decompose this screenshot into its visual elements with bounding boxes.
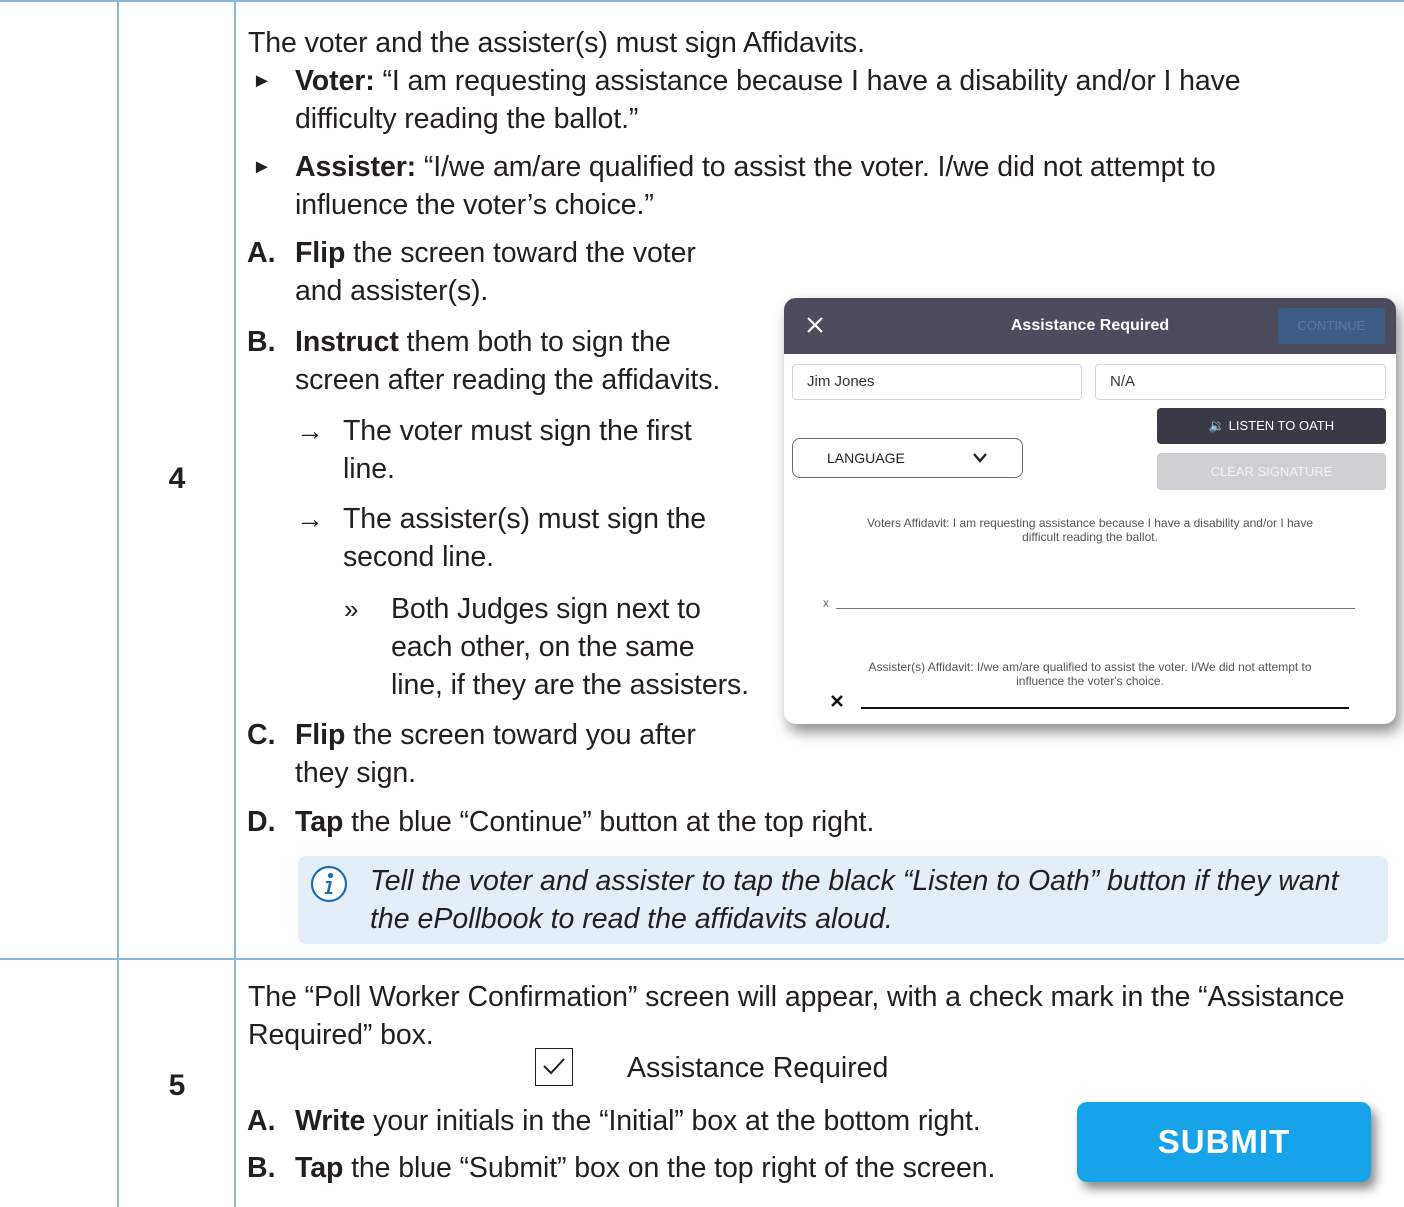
table-column-rule-1 (117, 0, 119, 1207)
item-a-letter: A. (247, 1105, 276, 1137)
item-d-line1: Tap the blue “Continue” button at the to… (295, 806, 875, 838)
assistance-required-modal: Assistance Required CONTINUE Jim Jones N… (784, 298, 1396, 724)
submit-button[interactable]: SUBMIT (1077, 1102, 1371, 1182)
item-d-letter: D. (247, 806, 276, 838)
sub-item-line2: each other, on the same (391, 631, 695, 663)
assister-signature-x-icon (831, 695, 843, 707)
step-number-4: 4 (168, 462, 186, 495)
table-row-divider (0, 958, 1404, 960)
checkbox-label: Assistance Required (627, 1052, 889, 1084)
assister-signature-line[interactable] (861, 707, 1349, 709)
item-b-letter: B. (247, 1152, 276, 1184)
step4-intro: The voter and the assister(s) must sign … (248, 27, 865, 59)
assister-quote-line1: Assister: “I/we am/are qualified to assi… (295, 151, 1216, 183)
item-c-line1: Flip the screen toward you after (295, 719, 696, 751)
info-icon (310, 865, 348, 903)
voter-quote-line1: Voter: “I am requesting assistance becau… (295, 65, 1241, 97)
sub-item-line1: Both Judges sign next to (391, 593, 701, 625)
voter-signature-marker: x (823, 596, 829, 610)
assister-quote-line2: influence the voter’s choice.” (295, 189, 654, 221)
step5-item-b: Tap the blue “Submit” box on the top rig… (295, 1152, 996, 1184)
voter-name-field[interactable]: Jim Jones (792, 364, 1082, 400)
continue-button[interactable]: CONTINUE (1278, 308, 1385, 344)
item-b-line2: screen after reading the affidavits. (295, 364, 721, 396)
assister-name-field[interactable]: N/A (1095, 364, 1386, 400)
double-chevron-icon: » (344, 594, 359, 624)
item-b-letter: B. (247, 326, 276, 358)
listen-to-oath-button[interactable]: 🔉 LISTEN TO OATH (1157, 408, 1386, 444)
step5-intro-line2: Required” box. (248, 1019, 434, 1051)
item-c-letter: C. (247, 719, 276, 751)
item-a-letter: A. (247, 237, 276, 269)
sub-item-line3: line, if they are the assisters. (391, 669, 749, 701)
right-arrow-icon: → (296, 415, 324, 446)
voter-quote-line2: difficulty reading the ballot.” (295, 103, 639, 135)
voter-signature-line[interactable] (836, 608, 1355, 609)
checkmark-icon (543, 1058, 565, 1075)
clear-signature-button[interactable]: CLEAR SIGNATURE (1157, 453, 1386, 490)
step-number-5: 5 (168, 1069, 186, 1102)
instruction-table: 4 The voter and the assister(s) must sig… (0, 0, 1404, 1207)
chevron-down-icon (973, 453, 987, 463)
item-b-line1: Instruct them both to sign the (295, 326, 671, 358)
arrow2-line2: second line. (343, 541, 494, 573)
table-top-rule (0, 0, 1404, 2)
arrow2-line1: The assister(s) must sign the (343, 503, 706, 535)
bullet-triangle-icon: ► (252, 70, 272, 92)
language-dropdown[interactable]: LANGUAGE (792, 438, 1023, 478)
assister-affidavit-text: Assister(s) Affidavit: I/we am/are quali… (868, 660, 1312, 688)
step5-item-a: Write your initials in the “Initial” box… (295, 1105, 981, 1137)
arrow1-line1: The voter must sign the first (343, 415, 692, 447)
step5-intro-line1: The “Poll Worker Confirmation” screen wi… (248, 981, 1345, 1013)
info-note-text: Tell the voter and assister to tap the b… (370, 865, 1339, 935)
assistance-required-checkbox (535, 1048, 573, 1086)
bullet-triangle-icon: ► (252, 156, 272, 178)
item-a-line1: Flip the screen toward the voter (295, 237, 696, 269)
item-a-line2: and assister(s). (295, 275, 489, 307)
voter-affidavit-text: Voters Affidavit: I am requesting assist… (866, 516, 1314, 544)
item-c-line2: they sign. (295, 757, 416, 789)
right-arrow-icon: → (296, 503, 324, 534)
table-column-rule-2 (234, 0, 236, 1207)
arrow1-line2: line. (343, 453, 395, 485)
